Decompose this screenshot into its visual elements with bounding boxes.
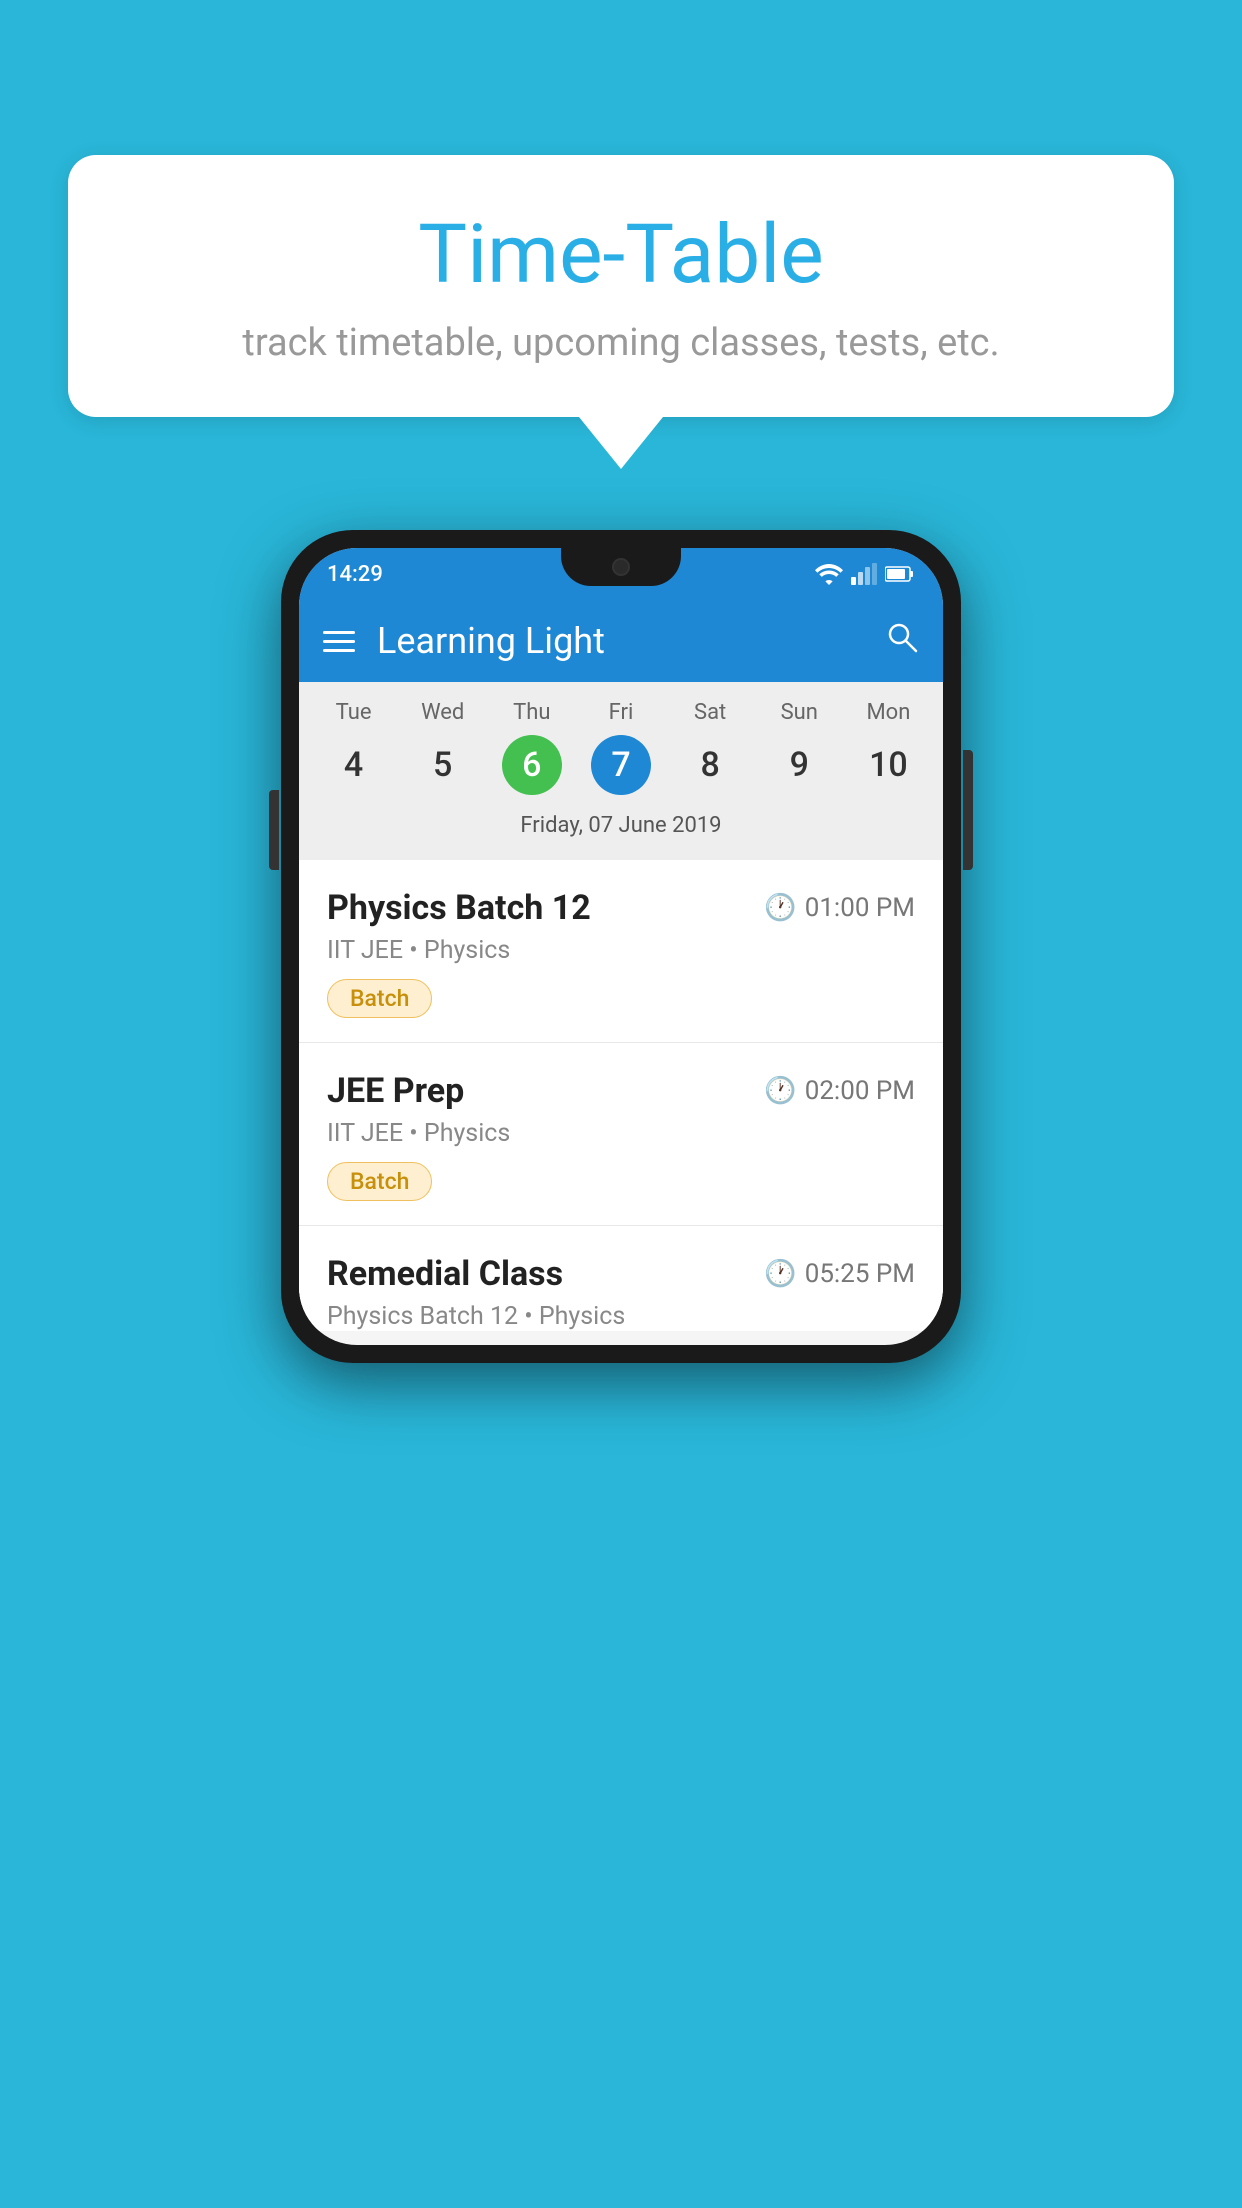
calendar-day-4[interactable]: Tue 4 xyxy=(313,700,395,795)
calendar-day-6[interactable]: Thu 6 xyxy=(491,700,573,795)
day-label: Tue xyxy=(336,700,372,725)
calendar-strip: Tue 4 Wed 5 Thu 6 Fri 7 Sat 8 Sun 9 Mon 10 Friday, 07… xyxy=(299,682,943,860)
search-button[interactable] xyxy=(885,620,919,662)
bubble-subtitle: track timetable, upcoming classes, tests… xyxy=(128,321,1114,365)
calendar-day-7[interactable]: Fri 7 xyxy=(580,700,662,795)
day-number: 6 xyxy=(502,735,562,795)
schedule-item-subtitle: Physics Batch 12 • Physics xyxy=(327,1302,915,1331)
day-number: 5 xyxy=(413,735,473,795)
schedule-item-header: Remedial Class 🕐 05:25 PM xyxy=(327,1254,915,1294)
schedule-item-header: JEE Prep 🕐 02:00 PM xyxy=(327,1071,915,1111)
wifi-icon xyxy=(815,563,843,585)
schedule-item-time: 🕐 05:25 PM xyxy=(764,1259,915,1289)
batch-badge: Batch xyxy=(327,979,432,1018)
schedule-item-header: Physics Batch 12 🕐 01:00 PM xyxy=(327,888,915,928)
phone-screen: 14:29 xyxy=(299,548,943,1345)
app-title: Learning Light xyxy=(377,620,605,662)
phone-mockup: 14:29 xyxy=(281,530,961,1363)
camera-dot xyxy=(612,558,630,576)
day-label: Thu xyxy=(513,700,550,725)
schedule-item[interactable]: Physics Batch 12 🕐 01:00 PM IIT JEE • Phys… xyxy=(299,860,943,1043)
schedule-item[interactable]: JEE Prep 🕐 02:00 PM IIT JEE • Physics Batch xyxy=(299,1043,943,1226)
day-number: 8 xyxy=(680,735,740,795)
status-icons xyxy=(815,563,915,585)
day-number: 4 xyxy=(324,735,384,795)
bubble-title: Time-Table xyxy=(128,207,1114,303)
day-label: Sun xyxy=(781,700,818,725)
signal-icon xyxy=(851,563,877,585)
schedule-item-name: Remedial Class xyxy=(327,1254,563,1294)
clock-icon: 🕐 xyxy=(764,1076,796,1106)
calendar-day-8[interactable]: Sat 8 xyxy=(669,700,751,795)
schedule-item-subtitle: IIT JEE • Physics xyxy=(327,936,915,965)
status-time: 14:29 xyxy=(327,562,383,587)
notch-cutout xyxy=(561,548,681,586)
schedule-item-name: JEE Prep xyxy=(327,1071,464,1111)
day-label: Mon xyxy=(866,700,910,725)
battery-icon xyxy=(885,565,915,583)
schedule-list: Physics Batch 12 🕐 01:00 PM IIT JEE • Phys… xyxy=(299,860,943,1331)
schedule-item-time: 🕐 01:00 PM xyxy=(764,893,915,923)
day-number: 7 xyxy=(591,735,651,795)
speech-bubble: Time-Table track timetable, upcoming cla… xyxy=(68,155,1174,417)
day-label: Wed xyxy=(421,700,464,725)
schedule-item-time: 🕐 02:00 PM xyxy=(764,1076,915,1106)
phone-outer: 14:29 xyxy=(281,530,961,1363)
calendar-day-5[interactable]: Wed 5 xyxy=(402,700,484,795)
batch-badge: Batch xyxy=(327,1162,432,1201)
status-bar: 14:29 xyxy=(299,548,943,600)
app-header: Learning Light xyxy=(299,600,943,682)
calendar-day-9[interactable]: Sun 9 xyxy=(758,700,840,795)
schedule-item-subtitle: IIT JEE • Physics xyxy=(327,1119,915,1148)
selected-date-label: Friday, 07 June 2019 xyxy=(309,805,933,852)
days-row: Tue 4 Wed 5 Thu 6 Fri 7 Sat 8 Sun 9 Mon 10 xyxy=(309,700,933,795)
day-label: Sat xyxy=(694,700,726,725)
calendar-day-10[interactable]: Mon 10 xyxy=(847,700,929,795)
day-label: Fri xyxy=(609,700,634,725)
schedule-item[interactable]: Remedial Class 🕐 05:25 PM Physics Batch 12… xyxy=(299,1226,943,1331)
day-number: 9 xyxy=(769,735,829,795)
schedule-item-name: Physics Batch 12 xyxy=(327,888,591,928)
day-number: 10 xyxy=(858,735,918,795)
speech-bubble-section: Time-Table track timetable, upcoming cla… xyxy=(68,155,1174,469)
header-left: Learning Light xyxy=(323,620,605,662)
bubble-tail xyxy=(579,417,663,469)
hamburger-menu-button[interactable] xyxy=(323,631,355,652)
clock-icon: 🕐 xyxy=(764,1259,796,1289)
clock-icon: 🕐 xyxy=(764,893,796,923)
